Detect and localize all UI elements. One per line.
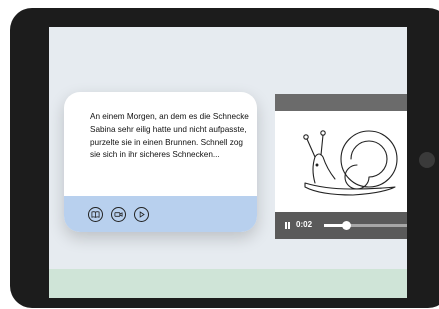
progress-track[interactable] <box>324 221 407 230</box>
bottom-strip <box>49 269 407 298</box>
home-button[interactable] <box>419 152 435 168</box>
video-player[interactable]: 0:02 <box>275 94 407 239</box>
story-text: An einem Morgen, an dem es die Schnecke … <box>90 112 249 160</box>
video-button[interactable] <box>111 207 126 222</box>
time-display: 0:02 <box>296 220 313 229</box>
story-card: An einem Morgen, an dem es die Schnecke … <box>64 92 257 232</box>
video-header <box>275 94 407 111</box>
book-button[interactable] <box>88 207 103 222</box>
pause-button[interactable] <box>285 222 290 229</box>
play-icon <box>139 211 145 218</box>
card-action-bar <box>64 196 257 232</box>
video-controls: 0:02 <box>275 212 407 239</box>
video-camera-icon <box>114 212 123 217</box>
book-icon <box>91 211 100 218</box>
progress-knob[interactable] <box>342 221 351 230</box>
play-button[interactable] <box>134 207 149 222</box>
snail-illustration <box>303 130 398 196</box>
app-screen: An einem Morgen, an dem es die Schnecke … <box>49 27 407 298</box>
